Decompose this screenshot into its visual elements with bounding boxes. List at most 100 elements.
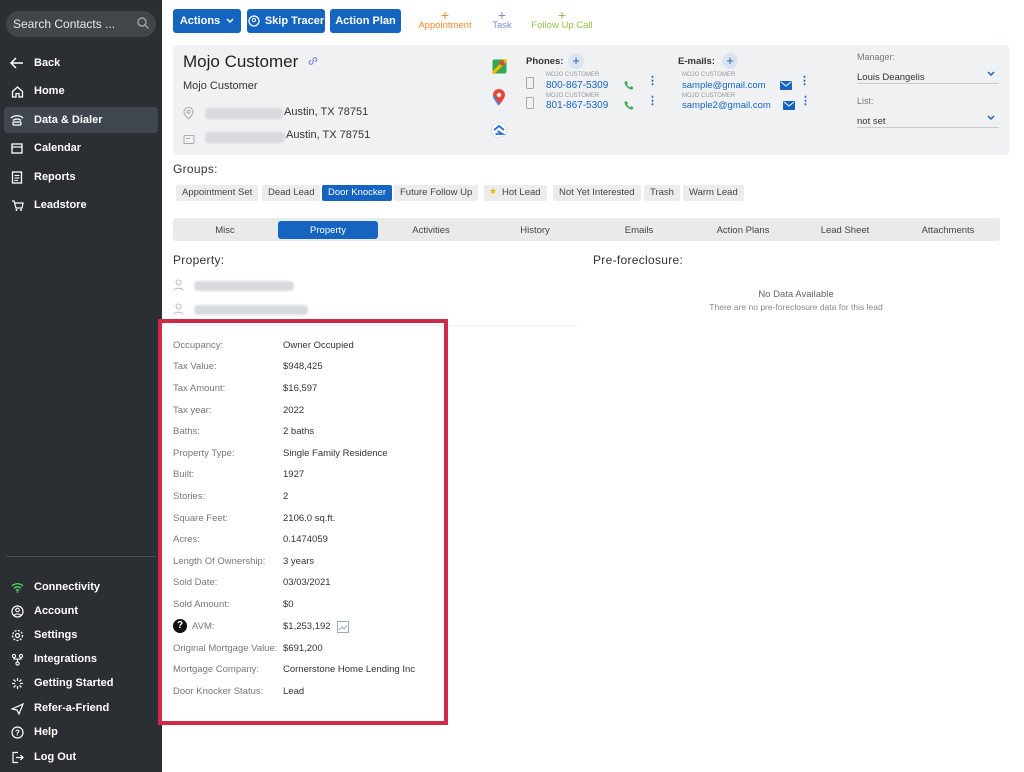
task-button[interactable]: + Task — [488, 8, 516, 31]
list-select[interactable]: not set — [857, 111, 999, 128]
tab-action-plans[interactable]: Action Plans — [691, 221, 795, 239]
field-label: Occupancy: — [173, 340, 224, 351]
location-pin-icon — [183, 106, 194, 125]
field-value: Owner Occupied — [283, 340, 354, 351]
email-1-address[interactable]: sample@gmail.com — [682, 80, 766, 91]
tab-misc[interactable]: Misc — [173, 221, 277, 239]
field-value: 2106.0 sq.ft. — [283, 513, 336, 524]
group-chip-future-follow-up[interactable]: Future Follow Up — [394, 185, 479, 201]
zillow-icon[interactable] — [491, 122, 507, 143]
nav-home[interactable]: Home — [4, 78, 158, 104]
action-plan-button[interactable]: Action Plan — [330, 9, 401, 33]
nav-reports-label: Reports — [34, 171, 76, 183]
tab-activities[interactable]: Activities — [379, 221, 483, 239]
field-label: Built: — [173, 469, 195, 480]
gear-icon — [10, 628, 24, 642]
group-chip-dead-lead[interactable]: Dead Lead — [262, 185, 321, 201]
mobile-phone-icon — [526, 96, 534, 114]
address-line-2: Austin, TX 78751 — [286, 129, 371, 141]
field-label: Sold Amount: — [173, 599, 230, 610]
field-value: Cornerstone Home Lending Inc — [283, 664, 416, 675]
group-chip-door-knocker[interactable]: Door Knocker — [322, 185, 393, 201]
groups-label: Groups: — [173, 162, 218, 176]
chevron-down-icon — [987, 115, 995, 121]
nav-back[interactable]: Back — [4, 50, 158, 76]
group-chip-appointment-set[interactable]: Appointment Set — [176, 185, 259, 201]
field-value: 2 baths — [283, 426, 315, 437]
field-value: $0 — [283, 599, 294, 610]
tab-attachments[interactable]: Attachments — [896, 221, 1000, 239]
field-label: Acres: — [173, 534, 200, 545]
field-value: 03/03/2021 — [283, 577, 331, 588]
avm-chart-icon[interactable] — [337, 620, 349, 638]
google-maps-icon[interactable] — [491, 58, 508, 79]
tab-emails[interactable]: Emails — [587, 221, 691, 239]
appointment-button[interactable]: + Appointment — [415, 7, 475, 31]
contact-header-card: Mojo Customer Mojo Customer Austin, TX 7… — [173, 45, 1009, 155]
send-email-2-icon[interactable] — [783, 97, 795, 115]
field-label: Door Knocker Status: — [173, 686, 264, 697]
field-label: Tax year: — [173, 405, 212, 416]
field-label: Mortgage Company: — [173, 664, 260, 675]
field-label: Baths: — [173, 426, 200, 437]
nav-data-dialer-label: Data & Dialer — [34, 114, 103, 126]
star-icon: ★ — [489, 186, 498, 196]
phone-2-number[interactable]: 801-867-5309 — [546, 100, 608, 111]
add-email-button[interactable]: + — [722, 53, 738, 69]
tab-history[interactable]: History — [483, 221, 587, 239]
skip-tracer-button[interactable]: Skip Tracer — [247, 9, 325, 33]
avm-help-icon[interactable]: ? — [173, 619, 187, 633]
follow-up-call-button[interactable]: + Follow Up Call — [528, 8, 596, 31]
redacted-street-2 — [205, 132, 285, 143]
search-contacts-input[interactable]: Search Contacts ... — [6, 11, 156, 37]
nav-data-dialer[interactable]: Data & Dialer — [4, 107, 158, 133]
group-chip-trash[interactable]: Trash — [644, 185, 680, 201]
call-phone-2-icon[interactable] — [624, 97, 634, 115]
email-1-menu-icon[interactable]: ⋮ — [799, 74, 810, 87]
plus-icon: + — [440, 7, 450, 23]
actions-button[interactable]: Actions — [173, 9, 241, 33]
location-marker-icon[interactable] — [492, 89, 506, 111]
preforeclosure-heading: Pre-foreclosure: — [593, 253, 684, 267]
call-phone-1-icon[interactable] — [624, 77, 634, 95]
field-value: 1927 — [283, 469, 305, 480]
tab-lead-sheet[interactable]: Lead Sheet — [793, 221, 897, 239]
search-icon[interactable] — [136, 16, 150, 33]
email-1-tag: MOJO CUSTOMER — [682, 72, 736, 78]
group-chip-not-yet-interested[interactable]: Not Yet Interested — [553, 185, 641, 201]
nav-logout-label: Log Out — [34, 751, 77, 763]
nav-account[interactable]: Account — [4, 598, 158, 624]
logout-icon — [10, 750, 24, 764]
phone-1-number[interactable]: 800-867-5309 — [546, 80, 608, 91]
manager-select[interactable]: Louis Deangelis — [857, 67, 999, 84]
chevron-down-icon — [226, 18, 234, 24]
contact-subname: Mojo Customer — [183, 80, 258, 92]
phone-2-menu-icon[interactable]: ⋮ — [647, 94, 658, 107]
sidebar: Search Contacts ... Back Home Data & Dia… — [0, 0, 162, 772]
data-dialer-icon — [10, 113, 24, 127]
leadstore-icon — [10, 198, 24, 212]
email-2-address[interactable]: sample2@gmail.com — [682, 100, 771, 111]
nav-leadstore[interactable]: Leadstore — [4, 192, 158, 218]
wifi-icon — [10, 580, 24, 594]
nav-getting-started[interactable]: Getting Started — [4, 670, 158, 696]
link-icon[interactable] — [307, 55, 319, 67]
nav-help[interactable]: ? Help — [4, 719, 158, 745]
nav-calendar[interactable]: Calendar — [4, 135, 158, 161]
send-email-1-icon[interactable] — [780, 77, 792, 95]
nav-integrations[interactable]: Integrations — [4, 646, 158, 672]
nav-log-out[interactable]: Log Out — [4, 744, 158, 770]
nav-reports[interactable]: Reports — [4, 164, 158, 190]
refer-icon — [10, 701, 24, 715]
nav-refer-a-friend[interactable]: Refer-a-Friend — [4, 695, 158, 721]
group-chip-warm-lead[interactable]: Warm Lead — [683, 185, 744, 201]
emails-label: E-mails: — [678, 56, 715, 67]
nav-settings[interactable]: Settings — [4, 622, 158, 648]
add-phone-button[interactable]: + — [568, 53, 584, 69]
nav-connectivity[interactable]: Connectivity — [4, 574, 158, 600]
group-chip-hot-lead-label: Hot Lead — [502, 187, 541, 198]
phone-1-menu-icon[interactable]: ⋮ — [647, 74, 658, 87]
group-chip-hot-lead[interactable]: ★ Hot Lead — [484, 185, 547, 201]
email-2-menu-icon[interactable]: ⋮ — [800, 94, 811, 107]
tab-property[interactable]: Property — [278, 221, 378, 239]
